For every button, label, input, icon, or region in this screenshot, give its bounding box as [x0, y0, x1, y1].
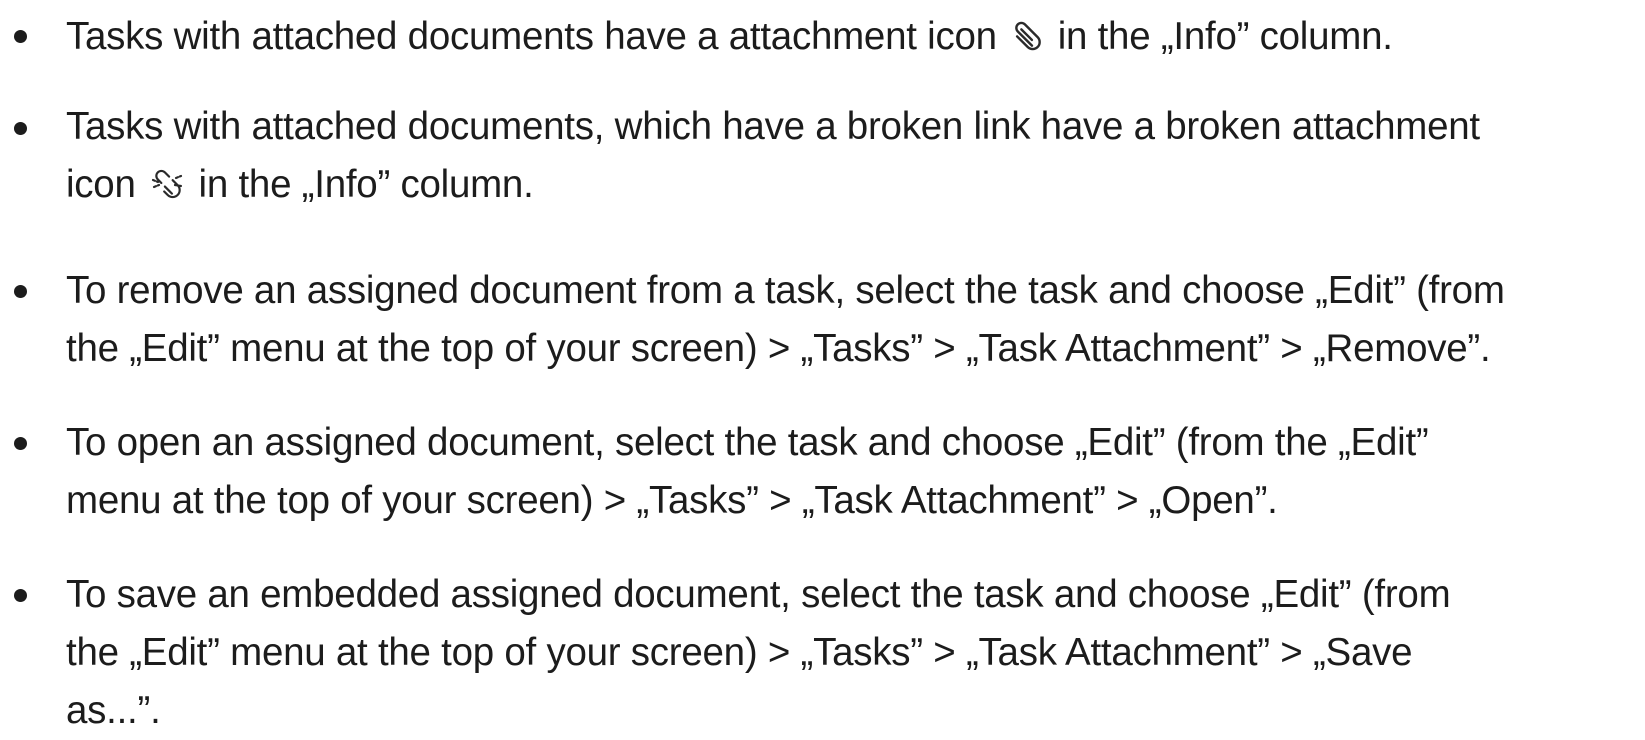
bullet-dot [14, 589, 27, 602]
text-line: Tasks with attached documents, which hav… [66, 105, 1480, 148]
bullet-dot [14, 437, 27, 450]
text-line: To open an assigned document, select the… [66, 421, 1429, 464]
text-segment: in the „Info” column. [198, 163, 534, 206]
broken-attachment-icon [148, 160, 186, 218]
text-segment: in the „Info” column. [1057, 15, 1393, 58]
text-segment: icon [66, 163, 136, 206]
text-line: as...”. [66, 689, 161, 732]
list-item-text: To save an embedded assigned document, s… [66, 566, 1451, 740]
text-line: the „Edit” menu at the top of your scree… [66, 327, 1491, 370]
text-line: icon in the „Info” column. [66, 156, 1480, 214]
list-item-text: To remove an assigned document from a ta… [66, 262, 1505, 378]
bullet-dot [14, 30, 27, 43]
list-item-text: To open an assigned document, select the… [66, 414, 1429, 530]
text-line: To save an embedded assigned document, s… [66, 573, 1451, 616]
paperclip-icon [1009, 12, 1045, 70]
bullet-dot [14, 285, 27, 298]
text-line: Tasks with attached documents have a att… [66, 8, 1393, 66]
text-line: To remove an assigned document from a ta… [66, 269, 1505, 312]
text-line: menu at the top of your screen) > „Tasks… [66, 479, 1278, 522]
list-item-text: Tasks with attached documents have a att… [66, 8, 1393, 66]
text-segment: Tasks with attached documents have a att… [66, 15, 997, 58]
list-item-text: Tasks with attached documents, which hav… [66, 98, 1480, 214]
text-line: the „Edit” menu at the top of your scree… [66, 631, 1413, 674]
bullet-dot [14, 122, 27, 135]
